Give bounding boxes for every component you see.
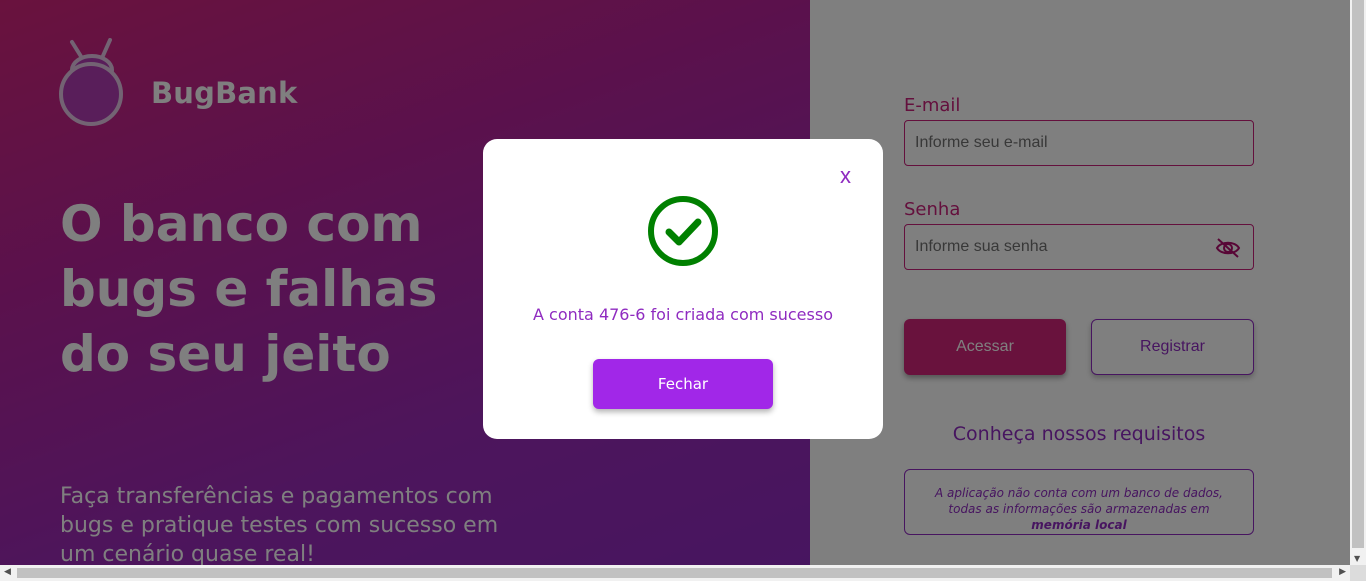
close-icon[interactable]: x [840,163,851,189]
scroll-down-icon[interactable]: ▼ [1354,554,1360,563]
horizontal-scrollbar[interactable]: ◀ ▶ [0,565,1366,581]
vertical-scrollbar[interactable]: ▼ [1350,0,1366,565]
scroll-right-icon[interactable]: ▶ [1339,567,1346,577]
modal-message: A conta 476-6 foi criada com sucesso [533,305,833,324]
close-modal-button[interactable]: Fechar [593,359,773,409]
success-check-icon [648,196,718,266]
success-modal: x A conta 476-6 foi criada com sucesso F… [483,139,883,439]
scrollbar-corner [1350,565,1366,581]
vertical-scroll-thumb[interactable] [1352,0,1364,548]
scroll-left-icon[interactable]: ◀ [4,567,11,577]
horizontal-scroll-thumb[interactable] [17,568,1332,578]
